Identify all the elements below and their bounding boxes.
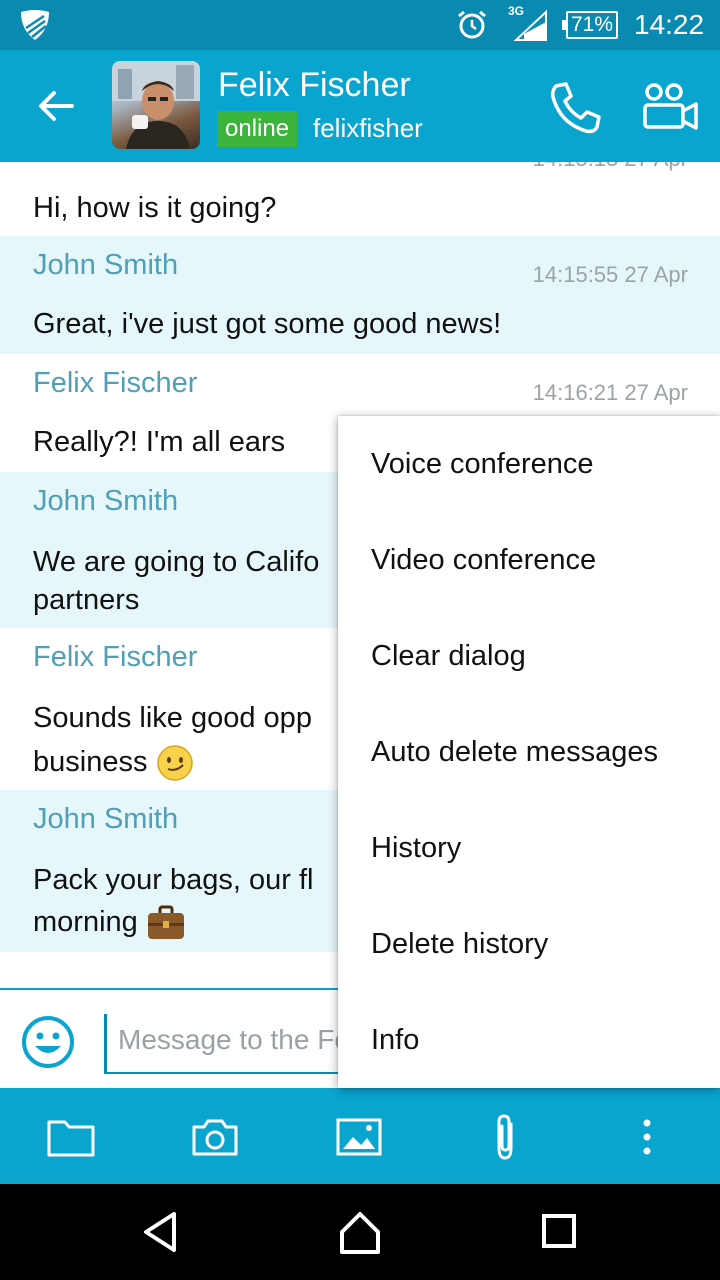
battery-icon: 71% [562, 11, 618, 39]
recents-icon[interactable] [534, 1206, 586, 1258]
message-timestamp: 14:15:55 27 Apr [532, 262, 688, 287]
overflow-menu: Voice conference Video conference Clear … [338, 416, 720, 1088]
app-logo-icon [21, 10, 49, 40]
alarm-icon [458, 10, 486, 39]
message-line: business [33, 746, 148, 778]
message-text: Hi, how is it going? [33, 192, 277, 224]
avatar[interactable] [112, 61, 200, 149]
smirk-emoji-icon [156, 745, 193, 782]
phone-icon[interactable] [546, 78, 606, 138]
message-item[interactable]: 14:15:13 27 Apr Hi, how is it going? [0, 162, 720, 236]
menu-item-clear-dialog[interactable]: Clear dialog [338, 608, 720, 704]
attachment-toolbar [0, 1088, 720, 1184]
message-item[interactable]: John Smith 14:15:55 27 Apr Great, i've j… [0, 236, 720, 354]
menu-item-delete-history[interactable]: Delete history [338, 896, 720, 992]
video-people-icon[interactable] [640, 78, 700, 138]
message-sender: John Smith [33, 803, 179, 835]
paperclip-icon[interactable] [480, 1112, 530, 1162]
system-navigation-bar [0, 1184, 720, 1280]
message-timestamp: 14:16:21 27 Apr [532, 380, 688, 405]
menu-item-history[interactable]: History [338, 800, 720, 896]
contact-name: Felix Fischer [218, 66, 411, 104]
menu-item-video-conference[interactable]: Video conference [338, 512, 720, 608]
home-icon[interactable] [334, 1206, 386, 1258]
message-sender: Felix Fischer [33, 641, 198, 673]
menu-item-voice-conference[interactable]: Voice conference [338, 416, 720, 512]
briefcase-emoji-icon [147, 905, 184, 940]
message-sender: John Smith [33, 485, 179, 517]
menu-item-auto-delete-messages[interactable]: Auto delete messages [338, 704, 720, 800]
signal-icon [514, 10, 547, 41]
avatar-photo [112, 61, 200, 149]
back-triangle-icon[interactable] [134, 1206, 186, 1258]
message-line: morning [33, 906, 138, 938]
clock: 14:22 [634, 9, 705, 40]
message-timestamp: 14:15:13 27 Apr [533, 162, 688, 172]
image-icon[interactable] [334, 1112, 384, 1162]
message-sender: Felix Fischer [33, 367, 198, 399]
back-arrow-icon[interactable] [30, 80, 82, 132]
camera-icon[interactable] [190, 1112, 240, 1162]
emoji-icon[interactable] [20, 1014, 76, 1070]
chat-header: Felix Fischer online felixfisher [0, 50, 720, 162]
message-text: Great, i've just got some good news! [33, 308, 502, 340]
message-input-placeholder: Message to the Fe [118, 1024, 350, 1055]
menu-item-info[interactable]: Info [338, 992, 720, 1088]
contact-username: felixfisher [313, 113, 423, 143]
more-vert-icon[interactable] [622, 1112, 672, 1162]
message-sender: John Smith [33, 249, 179, 281]
status-badge: online [217, 111, 298, 147]
status-bar: 3G 71% 14:22 [0, 0, 720, 50]
folder-icon[interactable] [46, 1112, 96, 1162]
